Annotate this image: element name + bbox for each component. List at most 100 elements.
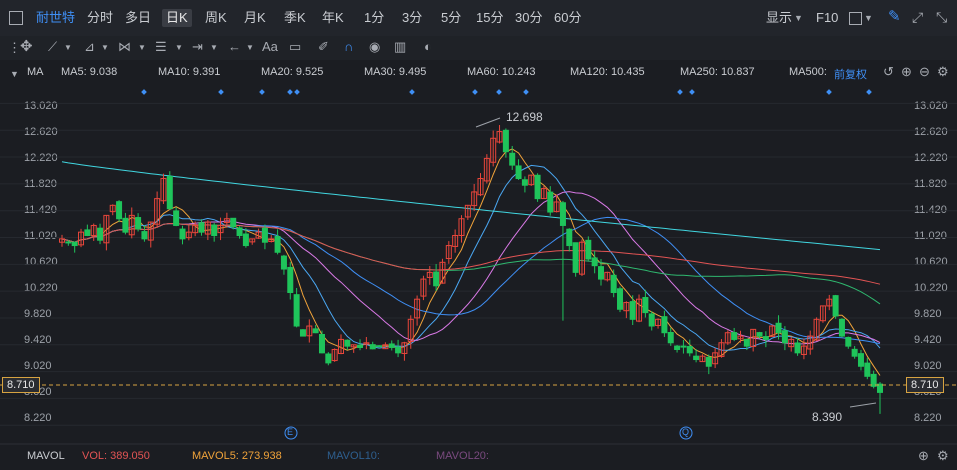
candle-body (705, 356, 712, 367)
candle-body (515, 165, 522, 180)
event-dot (218, 89, 224, 95)
event-dot (677, 89, 683, 95)
candle-body (287, 266, 294, 293)
mavol20-value: MAVOL20: (436, 450, 489, 462)
candle-body (65, 241, 72, 244)
candle-body (661, 316, 668, 334)
candle-body (388, 343, 395, 348)
event-dot (496, 89, 502, 95)
candle-body (344, 339, 351, 347)
candle-body (756, 332, 763, 337)
candle-body (667, 332, 674, 344)
candle-body (97, 227, 104, 241)
candle-body (261, 227, 268, 243)
current-price-left: 8.710 (2, 377, 40, 393)
candle-body (864, 362, 871, 377)
candle-body (851, 348, 858, 357)
candle-body (794, 342, 801, 354)
min-price-leader (849, 402, 877, 408)
current-price-right: 8.710 (906, 377, 944, 393)
candle-body (502, 129, 509, 153)
candle-body (299, 329, 306, 337)
candle-body (325, 353, 332, 364)
candle-body (762, 336, 769, 340)
candle-body (230, 217, 237, 228)
candle-body (617, 288, 624, 310)
candle-body (166, 175, 173, 210)
event-dot (141, 89, 147, 95)
settings-gear-icon[interactable]: ⚙ (937, 448, 949, 464)
candle-body (116, 201, 123, 220)
candle-body (312, 328, 319, 334)
candle-body (84, 229, 91, 237)
candle-body (857, 353, 864, 367)
event-dot (472, 89, 478, 95)
candle-body (832, 295, 839, 317)
candle-body (686, 346, 693, 354)
event-dot (294, 89, 300, 95)
candle-body (521, 179, 528, 186)
event-dot (826, 89, 832, 95)
candle-body (629, 301, 636, 320)
candle-body (547, 191, 554, 213)
candle-body (680, 345, 687, 348)
candle-body (775, 322, 782, 334)
event-dot (523, 89, 529, 95)
candle-body (591, 257, 598, 267)
candle-body (369, 344, 376, 350)
chart-grid (0, 102, 957, 426)
candle-body (395, 346, 402, 354)
candle-body (743, 338, 750, 347)
candle-body (357, 344, 364, 348)
candle-body (572, 242, 579, 273)
candle-body (585, 239, 592, 260)
candle-body (642, 297, 649, 314)
candle-body (198, 222, 205, 233)
max-price-label: 12.698 (506, 110, 543, 124)
candle-body (566, 228, 573, 247)
candlestick-chart[interactable] (0, 0, 957, 470)
ma5-line (61, 148, 881, 376)
candle-body (280, 255, 287, 270)
candle-body (509, 152, 516, 166)
event-marker-q-label[interactable]: Q (682, 427, 689, 437)
max-price-leader (475, 117, 501, 128)
event-dot (866, 89, 872, 95)
candle-body (376, 345, 383, 348)
candle-body (559, 202, 566, 226)
mavol10-value: MAVOL10: (327, 450, 380, 462)
candle-body (135, 217, 142, 230)
candle-body (597, 266, 604, 280)
candle-body (179, 228, 186, 240)
add-icon[interactable]: ⊕ (918, 448, 929, 464)
event-dots (141, 89, 872, 95)
candle-body (838, 318, 845, 337)
candle-body (274, 235, 281, 253)
candle-body (242, 233, 249, 247)
candle-body (674, 345, 681, 350)
candle-body (173, 210, 180, 226)
candle-body (71, 241, 78, 247)
vol-value: VOL: 389.050 (82, 450, 150, 462)
event-marker-e-label[interactable]: E (287, 427, 293, 437)
candle-body (845, 336, 852, 347)
candle-body (122, 217, 129, 233)
candle-body (610, 274, 617, 293)
mavol5-value: MAVOL5: 273.938 (192, 450, 282, 462)
event-dot (259, 89, 265, 95)
candle-body (141, 231, 148, 240)
mavol-label[interactable]: MAVOL (27, 450, 65, 462)
ma10-line (61, 164, 881, 351)
event-dot (689, 89, 695, 95)
candle-body (236, 227, 243, 237)
candle-body (433, 271, 440, 287)
candle-body (731, 332, 738, 340)
candle-body (648, 313, 655, 327)
candle-body (693, 355, 700, 361)
event-dot (287, 89, 293, 95)
event-dot (409, 89, 415, 95)
min-price-label: 8.390 (812, 410, 843, 424)
candle-body (211, 224, 218, 237)
candle-body (781, 330, 788, 344)
candle-body (318, 333, 325, 354)
